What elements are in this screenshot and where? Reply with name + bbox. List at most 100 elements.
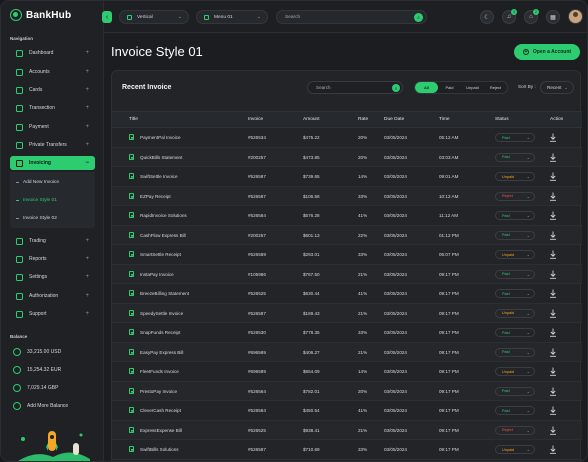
sidebar-item-label: Accounts [29, 69, 50, 75]
download-icon[interactable] [549, 406, 557, 415]
table-row[interactable]: EasyPay Express Bill #696589 $406.27 21% 03/… [112, 342, 582, 362]
sidebar-item-cards[interactable]: Cards + [10, 83, 95, 97]
sidebar-item-authorization[interactable]: Authorization + [10, 289, 95, 303]
status-select[interactable]: Reject ⌄ [495, 425, 535, 435]
download-icon[interactable] [549, 133, 557, 142]
subnav-add-new-invoice[interactable]: Add New Invoice [16, 180, 59, 185]
expand-icon[interactable]: + [85, 311, 89, 317]
table-row[interactable]: CashFlow Express Bill #200257 $601.13 22% 03… [112, 225, 582, 245]
sidebar-item-settings[interactable]: Settings + [10, 270, 95, 284]
download-icon[interactable] [549, 231, 557, 240]
status-select[interactable]: Unpaid ⌄ [495, 367, 535, 376]
status-select[interactable]: Paid ⌄ [495, 211, 535, 220]
layout-select[interactable]: Vertical ⌄ [119, 10, 189, 24]
status-select[interactable]: Unpaid ⌄ [495, 445, 535, 454]
brand[interactable]: BankHub [10, 9, 71, 21]
download-icon[interactable] [549, 445, 557, 454]
table-row[interactable]: PrestoPay Invoice #526564 $782.01 20% 03/05/… [112, 381, 582, 401]
filter-paid[interactable]: Paid [438, 82, 461, 93]
open-account-button[interactable]: + Open a Account [514, 44, 580, 60]
status-select[interactable]: Paid ⌄ [495, 328, 535, 337]
download-icon[interactable] [549, 426, 557, 435]
download-icon[interactable] [549, 309, 557, 318]
table-row[interactable]: ExpressExpense Bill #526525 $938.41 21% 03/0… [112, 420, 582, 440]
status-select[interactable]: Unpaid ⌄ [495, 308, 535, 318]
download-icon[interactable] [549, 289, 557, 298]
table-row[interactable]: InstaPay Invoice #105986 $767.50 21% 03/05/2… [112, 264, 582, 284]
status-select[interactable]: Paid ⌄ [495, 269, 535, 279]
sidebar-item-trading[interactable]: Trading + [10, 234, 95, 248]
status-select[interactable]: Paid ⌄ [495, 406, 535, 415]
table-row[interactable]: SnapFunds Receipt #526530 $778.35 33% 03/05/… [112, 323, 582, 343]
sort-select[interactable]: Recent ⌄ [540, 81, 574, 94]
download-icon[interactable] [549, 270, 557, 279]
sidebar-item-invoicing[interactable]: Invoicing − [10, 156, 95, 170]
filter-reject[interactable]: Reject [484, 82, 507, 93]
collapse-icon[interactable]: − [85, 160, 89, 166]
table-row[interactable]: FleetFunds Invoice #696589 $654.09 14% 03/05… [112, 362, 582, 382]
add-more-balance[interactable]: Add More Balance [13, 402, 68, 410]
download-icon[interactable] [549, 211, 557, 220]
download-icon[interactable] [549, 348, 557, 357]
sidebar-item-reports[interactable]: Reports + [10, 252, 95, 266]
subnav-invoice-style-01[interactable]: Invoice Style 01 [16, 198, 57, 203]
table-row[interactable]: QuickBills Statement #200257 $473.85 20% 03/… [112, 147, 582, 167]
download-icon[interactable] [549, 328, 557, 337]
table-row[interactable]: SpeedySettle Invoice #526587 $169.43 21% 03/… [112, 303, 582, 323]
theme-toggle-icon[interactable]: ☾ [480, 10, 494, 24]
status-select[interactable]: Reject ⌄ [495, 191, 535, 201]
status-select[interactable]: Paid ⌄ [495, 347, 535, 357]
apps-icon[interactable]: ▦ [546, 10, 560, 24]
expand-icon[interactable]: + [85, 105, 89, 111]
expand-icon[interactable]: + [85, 274, 89, 280]
grid-icon [127, 14, 132, 20]
status-select[interactable]: Unpaid ⌄ [495, 250, 535, 259]
download-icon[interactable] [549, 367, 557, 376]
download-icon[interactable] [549, 250, 557, 259]
home-icon[interactable]: ⌂ 2 [524, 9, 539, 24]
expand-icon[interactable]: + [85, 142, 89, 148]
search-icon[interactable]: ⌕ [414, 13, 423, 22]
search-icon[interactable]: ⌕ [392, 84, 400, 92]
filter-all[interactable]: All [415, 82, 438, 93]
table-row[interactable]: SwiftSettle Invoice #526587 $739.65 14% 03/0… [112, 167, 582, 187]
table-row[interactable]: RapidInvoice Solutions #526584 $576.28 41% 0… [112, 206, 582, 226]
global-search-input[interactable]: Search ⌕ [276, 10, 427, 24]
status-select[interactable]: Paid ⌄ [495, 152, 535, 162]
table-row[interactable]: EZPay Receipt #526587 $106.58 33% 03/05/2024… [112, 186, 582, 206]
invoice-search-input[interactable]: Search ⌕ [307, 81, 403, 94]
table-row[interactable]: CleverCash Receipt #526584 $450.54 41% 03/05… [112, 401, 582, 421]
sidebar-item-payment[interactable]: Payment + [10, 120, 95, 134]
avatar[interactable] [568, 9, 583, 24]
status-select[interactable]: Paid ⌄ [495, 289, 535, 298]
status-select[interactable]: Paid ⌄ [495, 133, 535, 142]
status-select[interactable]: Paid ⌄ [495, 386, 535, 396]
download-icon[interactable] [549, 192, 557, 201]
table-row[interactable]: SwiftBills Solutions #526587 $710.69 33% 03/… [112, 440, 582, 460]
sidebar-item-support[interactable]: Support + [10, 307, 95, 321]
expand-icon[interactable]: + [85, 87, 89, 93]
expand-icon[interactable]: + [85, 238, 89, 244]
bell-icon[interactable]: ♫ 3 [502, 9, 517, 24]
expand-icon[interactable]: + [85, 256, 89, 262]
expand-icon[interactable]: + [85, 293, 89, 299]
sidebar-collapse-button[interactable]: ‹ [102, 11, 112, 23]
sidebar-item-private-transfers[interactable]: Private Transfers + [10, 138, 95, 152]
download-icon[interactable] [549, 153, 557, 162]
subnav-invoice-style-02[interactable]: Invoice Style 02 [16, 216, 57, 221]
menu-select[interactable]: Menu 01 ⌄ [196, 10, 268, 24]
expand-icon[interactable]: + [85, 124, 89, 130]
download-icon[interactable] [549, 172, 557, 181]
download-icon[interactable] [549, 387, 557, 396]
table-row[interactable]: PaymentPal Invoice #526534 $475.22 20% 03/05… [112, 128, 582, 148]
table-row[interactable]: SmartSettle Receipt #526589 $293.01 33% 03/0… [112, 245, 582, 265]
filter-unpaid[interactable]: Unpaid [461, 82, 484, 93]
expand-icon[interactable]: + [85, 69, 89, 75]
status-select[interactable]: Paid ⌄ [495, 230, 535, 240]
sidebar-item-dashboard[interactable]: Dashboard + [10, 46, 95, 60]
sidebar-item-accounts[interactable]: Accounts + [10, 65, 95, 79]
status-select[interactable]: Unpaid ⌄ [495, 172, 535, 181]
table-row[interactable]: BreezeBilling Statement #526525 $630.44 41%… [112, 284, 582, 304]
expand-icon[interactable]: + [85, 50, 89, 56]
sidebar-item-transection[interactable]: Transection + [10, 101, 95, 115]
